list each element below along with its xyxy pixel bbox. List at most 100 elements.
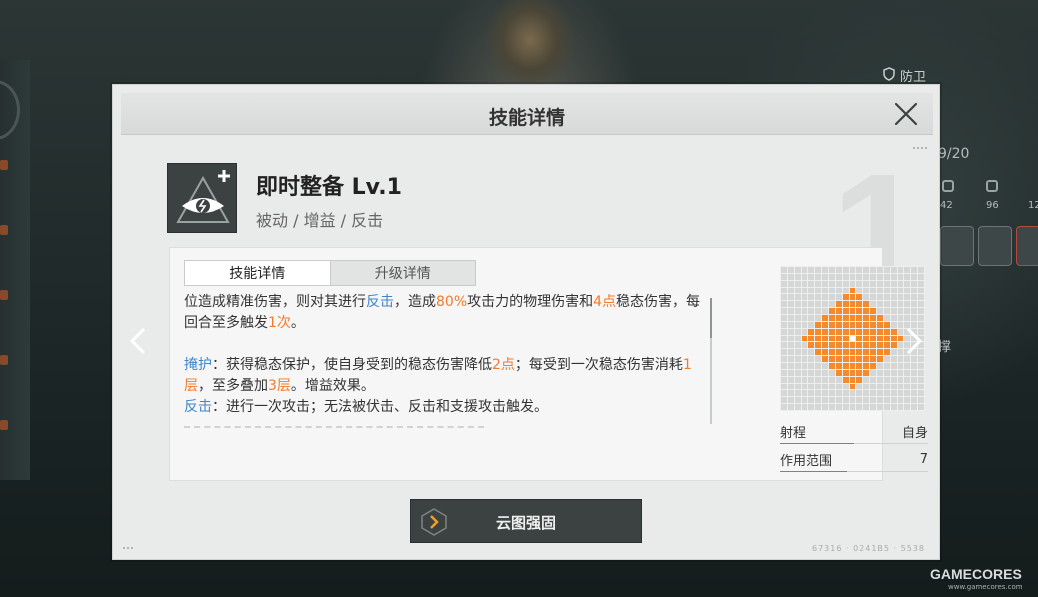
range-cell [890,356,897,362]
range-cell [918,390,924,397]
close-button[interactable] [891,99,921,129]
range-stat-row: 射程 自身 [780,420,928,444]
range-cell [781,363,787,369]
range-cell-active [849,321,856,328]
range-cell-active [842,321,849,328]
range-cell [856,280,863,287]
range-cell-active [890,342,897,349]
range-cell [842,287,849,294]
range-cell-active [883,328,890,335]
keyword-cover[interactable]: 掩护 [184,357,212,373]
rail-marker [0,355,8,365]
range-cell [822,390,828,397]
previous-skill-button[interactable] [126,326,150,356]
range-cell [904,383,911,390]
range-cell-active [842,342,849,349]
range-cell [781,342,787,349]
range-cell [877,273,883,280]
keyword-counter[interactable]: 反击 [366,294,394,310]
range-cell [883,308,890,314]
range-cell [808,363,815,369]
range-cell [787,328,794,335]
range-cell-active [842,315,849,321]
range-cell [801,404,808,410]
range-cell [870,273,876,280]
range-cell [808,308,815,314]
range-cell-active [870,335,876,342]
skill-card[interactable] [978,226,1012,266]
range-cell [815,280,822,287]
range-cell [794,342,801,349]
range-cell-active [822,315,828,321]
range-cell [781,349,787,356]
range-cell [883,273,890,280]
reinforce-button[interactable]: 云图强固 [410,499,642,543]
range-cell [822,369,828,376]
range-cell [863,383,870,390]
range-cell [808,397,815,404]
range-cell [822,383,828,390]
range-cell [897,267,904,273]
skill-card[interactable] [940,226,974,266]
range-cell [911,287,918,294]
range-cell [815,369,822,376]
range-cell-active [856,342,863,349]
range-cell-active [863,342,870,349]
range-cell [863,397,870,404]
tab-skill-details[interactable]: 技能详情 [185,261,331,285]
range-cell [801,301,808,308]
range-cell [801,315,808,321]
range-cell-active [883,342,890,349]
range-cell [801,273,808,280]
heart-icon [942,180,954,192]
range-cell [856,287,863,294]
range-cell [822,273,828,280]
range-cell [829,280,835,287]
range-cell [890,308,897,314]
range-cell-active [842,294,849,301]
range-cell [829,376,835,383]
range-cell [897,404,904,410]
character-figure [480,0,580,90]
range-cell [911,273,918,280]
skill-detail-modal: 技能详情 1 即时整备 Lv.1 被动 / 增益 / 反击 技能详情 升级详情 … [112,84,940,560]
skill-card[interactable] [1016,226,1038,266]
range-cell [877,294,883,301]
value-highlight: 1次 [268,315,291,331]
tab-upgrade-details[interactable]: 升级详情 [331,261,476,285]
range-cell [781,383,787,390]
range-cell [815,397,822,404]
range-cell [781,356,787,362]
range-cell [842,273,849,280]
range-cell [890,369,897,376]
range-cell-active [835,315,842,321]
description-scrollbar[interactable] [710,298,712,424]
range-cell [870,404,876,410]
range-cell-active [829,321,835,328]
reinforce-label: 云图强固 [495,514,556,532]
range-cell [794,308,801,314]
range-cell-active [877,321,883,328]
range-cell [835,397,842,404]
range-cell [801,397,808,404]
range-cell [794,397,801,404]
range-cell-active [842,349,849,356]
range-cell [787,363,794,369]
next-skill-button[interactable] [902,326,926,356]
range-cell [794,376,801,383]
range-cell [863,280,870,287]
range-cell [781,390,787,397]
range-cell [808,356,815,362]
range-cell [911,363,918,369]
range-cell-active [815,349,822,356]
range-cell [904,356,911,362]
scroll-thumb[interactable] [710,298,712,338]
range-cell [863,376,870,383]
keyword-counter[interactable]: 反击 [184,399,212,415]
range-cell [808,267,815,273]
modal-header: 技能详情 [121,93,933,135]
range-cell [870,267,876,273]
range-cell [883,383,890,390]
range-cell [808,376,815,383]
range-cell [890,280,897,287]
